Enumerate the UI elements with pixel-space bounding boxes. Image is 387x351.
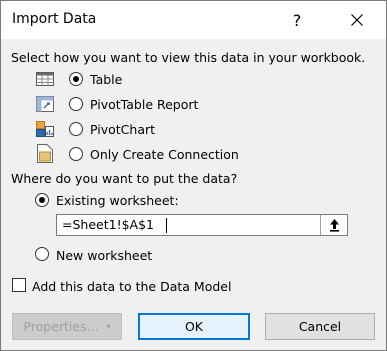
table-icon [36, 72, 54, 86]
radio-only-connection[interactable] [69, 147, 83, 161]
radio-pivotchart[interactable] [69, 122, 83, 136]
label-existing-worksheet[interactable]: Existing worksheet: [56, 193, 179, 208]
text-caret [166, 218, 167, 233]
label-only-connection[interactable]: Only Create Connection [90, 147, 239, 162]
import-data-dialog: Import Data ? Select how you want to vie… [0, 0, 387, 351]
close-icon [351, 14, 363, 26]
close-button[interactable] [342, 6, 372, 34]
upload-arrow-icon [330, 219, 339, 232]
radio-pivottable[interactable] [69, 97, 83, 111]
data-model-checkbox[interactable] [12, 278, 26, 292]
label-pivottable[interactable]: PivotTable Report [90, 97, 198, 112]
cancel-button[interactable]: Cancel [265, 313, 375, 340]
ok-label: OK [184, 319, 204, 334]
dialog-title: Import Data [12, 11, 97, 27]
collapse-dialog-button[interactable] [320, 215, 347, 235]
cell-reference-input[interactable]: =Sheet1!$A$1 [56, 214, 348, 236]
view-prompt: Select how you want to view this data in… [11, 50, 366, 65]
cancel-label: Cancel [298, 319, 342, 334]
label-data-model[interactable]: Add this data to the Data Model [32, 279, 231, 294]
help-icon: ? [292, 10, 302, 30]
location-prompt: Where do you want to put the data? [11, 171, 238, 186]
pivotchart-icon [36, 121, 54, 137]
cell-reference-value: =Sheet1!$A$1 [62, 217, 154, 232]
pivottable-icon [36, 96, 54, 112]
label-pivotchart[interactable]: PivotChart [90, 122, 155, 137]
radio-existing-worksheet[interactable] [35, 193, 49, 207]
help-button[interactable]: ? [282, 6, 312, 34]
properties-label: Properties... [23, 319, 99, 334]
ok-button[interactable]: OK [138, 313, 250, 340]
properties-button[interactable]: Properties... ▾ [12, 313, 122, 340]
dropdown-arrow-icon: ▾ [106, 322, 111, 331]
radio-new-worksheet[interactable] [35, 247, 49, 261]
label-new-worksheet[interactable]: New worksheet [56, 248, 152, 263]
title-bar: Import Data ? [1, 1, 386, 39]
label-table[interactable]: Table [90, 72, 122, 87]
radio-table[interactable] [69, 72, 83, 86]
connection-icon [37, 144, 53, 163]
